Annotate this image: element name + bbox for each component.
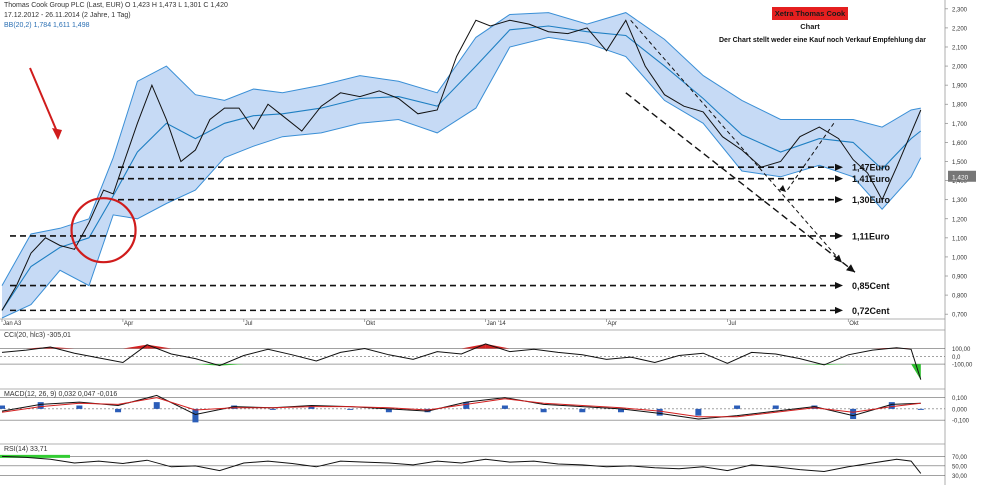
indicator-label: RSI(14) 33,71 <box>4 446 48 453</box>
y-tick-label: 2,000 <box>952 65 968 71</box>
pointer-arrowhead <box>52 128 62 140</box>
y-tick-label: 1,500 <box>952 160 968 166</box>
level-arrowhead <box>835 232 843 240</box>
y-tick-label: 0,900 <box>952 275 968 281</box>
level-arrowhead <box>835 306 843 314</box>
y-tick-label: 1,700 <box>952 122 968 128</box>
macd-histogram-bar <box>192 408 199 423</box>
cci-line <box>1 343 922 380</box>
macd-histogram-bar <box>734 405 741 409</box>
y-tick-label: 1,900 <box>952 84 968 90</box>
cci-overbought-fill <box>461 343 486 349</box>
pointer-arrow <box>29 67 59 135</box>
x-tick-label: Jul <box>728 321 736 327</box>
x-tick-label: Jan '14 <box>487 321 507 327</box>
instrument-info: Thomas Cook Group PLC (Last, EUR) O 1,42… <box>4 2 228 9</box>
macd-line <box>1 394 921 420</box>
level-arrowhead <box>835 196 843 204</box>
y-tick-label: 2,200 <box>952 26 968 32</box>
last-price-label: 1,420 <box>952 174 969 181</box>
indicator-label: MACD(12, 26, 9) 0,032 0,047 -0,016 <box>4 391 117 398</box>
level-label: 1,30Euro <box>852 195 891 205</box>
indicator-tick-label: 0,100 <box>952 396 968 402</box>
bollinger-label: BB(20,2) 1,784 1,611 1,498 <box>4 22 90 29</box>
macd-histogram-bar <box>695 408 702 416</box>
chart-stage: 2,300 2,200 2,100 2,000 1,900 1,800 1,700 1,600… <box>0 0 1000 485</box>
macd-histogram-bar <box>76 405 83 409</box>
y-tick-label: 1,000 <box>952 255 968 261</box>
indicator-tick-label: 100,00 <box>952 347 971 353</box>
y-tick-label: 1,300 <box>952 198 968 204</box>
macd-histogram-bar <box>501 405 508 409</box>
y-tick-label: 1,600 <box>952 141 968 147</box>
y-tick-label: 2,300 <box>952 7 968 13</box>
level-label: 1,47Euro <box>852 163 891 173</box>
macd-histogram-bar <box>269 408 276 410</box>
indicator-tick-label: 50,00 <box>952 464 968 470</box>
macd-histogram-bar <box>463 402 470 409</box>
y-tick-label: 2,100 <box>952 45 968 51</box>
y-tick-label: 0,700 <box>952 313 968 319</box>
period-info: 17.12.2012 - 26.11.2014 (2 Jahre, 1 Tag) <box>4 12 131 19</box>
level-label: 1,11Euro <box>852 231 890 241</box>
level-label: 0,72Cent <box>852 306 890 316</box>
macd-histogram-bar <box>579 408 586 413</box>
indicator-tick-label: 70,00 <box>952 455 968 461</box>
macd-histogram-bar <box>347 408 354 410</box>
x-tick-label: Jul <box>245 321 253 327</box>
macd-histogram-bar <box>540 408 547 413</box>
macd-histogram-bar <box>850 408 857 419</box>
indicator-tick-label: -100,00 <box>952 363 973 369</box>
macd-histogram-bar <box>115 408 122 413</box>
indicator-tick-label: 30,00 <box>952 474 968 480</box>
indicator-tick-label: 0,000 <box>952 407 968 413</box>
y-tick-label: 0,800 <box>952 294 968 300</box>
macd-histogram-bar <box>0 405 5 409</box>
macd-histogram-bar <box>656 408 663 416</box>
indicator-tick-label: -0,100 <box>952 419 970 425</box>
indicator-tick-label: 0,0 <box>952 355 961 361</box>
macd-histogram-bar <box>917 408 924 410</box>
indicator-label: CCI(20, hlc3) -305,01 <box>4 332 71 339</box>
x-tick-label: Okt <box>366 321 376 327</box>
level-label: 1,41Euro <box>852 174 891 184</box>
y-tick-label: 1,200 <box>952 217 968 223</box>
chart-canvas: 2,300 2,200 2,100 2,000 1,900 1,800 1,700 1,600… <box>0 0 976 485</box>
level-label: 0,85Cent <box>852 281 890 291</box>
x-tick-label: Apr <box>124 321 133 327</box>
x-tick-label: Okt <box>849 321 859 327</box>
macd-histogram-bar <box>37 402 44 409</box>
x-tick-label: Apr <box>607 321 616 327</box>
disclaimer-text: Der Chart stellt weder eine Kauf noch Ve… <box>719 37 926 44</box>
cci-oversold-fill <box>824 364 849 365</box>
level-arrowhead <box>835 282 843 290</box>
y-tick-label: 1,800 <box>952 103 968 109</box>
rsi-line <box>1 455 922 474</box>
macd-histogram-bar <box>153 402 160 409</box>
level-arrowhead <box>835 175 843 183</box>
x-tick-label: Jan A3 <box>3 321 22 327</box>
y-tick-label: 1,100 <box>952 236 968 242</box>
macd-signal-line <box>1 397 921 418</box>
cci-oversold-fill <box>911 364 921 380</box>
macd-histogram-bar <box>772 405 779 409</box>
xetra-badge: Xetra Thomas Cook Chart <box>772 7 848 31</box>
